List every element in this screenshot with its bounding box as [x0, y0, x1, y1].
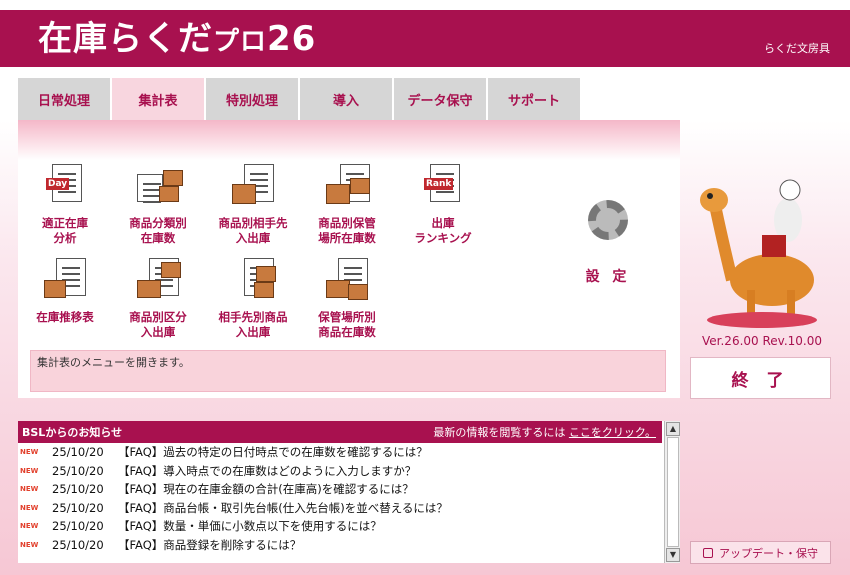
- menu-location-product-stock[interactable]: 保管場所別 商品在庫数: [302, 258, 392, 340]
- news-row[interactable]: NEW 25/10/20 【FAQ】過去の特定の日付時点での在庫数を確認するには？: [18, 443, 662, 462]
- scroll-thumb[interactable]: [667, 437, 679, 547]
- menu-item-label: 適正在庫 分析: [42, 216, 88, 245]
- day-calendar-icon: Day: [42, 164, 88, 212]
- news-date: 25/10/20: [52, 537, 104, 552]
- menu-stock-trend[interactable]: 在庫推移表: [20, 258, 110, 325]
- menu-item-label: 商品分類別 在庫数: [129, 216, 187, 245]
- refresh-icon: [703, 547, 713, 558]
- news-row[interactable]: NEW 25/10/20 【FAQ】数量・単価に小数点以下を使用するには？: [18, 517, 662, 536]
- news-text: 【FAQ】過去の特定の日付時点での在庫数を確認するには？: [118, 445, 428, 460]
- ranking-icon: Rank: [420, 164, 466, 212]
- logo-version-text: 26: [267, 19, 317, 59]
- news-header: BSLからのお知らせ 最新の情報を閲覧するには ここをクリック。: [18, 421, 662, 443]
- stock-trend-icon: [42, 258, 88, 306]
- scroll-down-arrow-icon[interactable]: ▼: [666, 548, 680, 562]
- new-badge: NEW: [20, 503, 39, 512]
- news-date: 25/10/20: [52, 500, 104, 515]
- news-text: 【FAQ】現在の在庫金額の合計(在庫高)を確認するには？: [118, 482, 414, 497]
- exit-button[interactable]: 終 了: [690, 357, 831, 399]
- app-header: 在庫らくだプロ26 らくだ文房具: [0, 10, 850, 67]
- menu-proper-stock-analysis[interactable]: Day 適正在庫 分析: [20, 164, 110, 246]
- location-product-icon: [324, 258, 370, 306]
- product-partner-icon: [230, 164, 276, 212]
- tab-support[interactable]: サポート: [488, 78, 580, 120]
- menu-item-label: 相手先別商品 入出庫: [218, 310, 288, 339]
- new-badge: NEW: [20, 448, 39, 457]
- settings-label: 設 定: [585, 269, 631, 285]
- news-list: NEW 25/10/20 【FAQ】過去の特定の日付時点での在庫数を確認するには？ …: [18, 443, 662, 554]
- news-date: 25/10/20: [52, 445, 104, 460]
- menu-product-division-io[interactable]: 商品別区分 入出庫: [113, 258, 203, 340]
- product-division-icon: [135, 258, 181, 306]
- menu-item-label: 在庫推移表: [36, 310, 94, 324]
- new-badge: NEW: [20, 522, 39, 531]
- version-text: Ver.26.00 Rev.10.00: [702, 334, 822, 348]
- menu-product-partner-io[interactable]: 商品別相手先 入出庫: [208, 164, 298, 246]
- menu-item-label: 保管場所別 商品在庫数: [318, 310, 376, 339]
- new-badge: NEW: [20, 540, 39, 549]
- storage-location-icon: [324, 164, 370, 212]
- menu-item-label: 出庫 ランキング: [414, 216, 472, 245]
- news-text: 【FAQ】数量・単価に小数点以下を使用するには？: [118, 519, 382, 534]
- logo-pro-text: プロ: [213, 27, 268, 57]
- menu-item-label: 商品別保管 場所在庫数: [318, 216, 376, 245]
- news-panel: BSLからのお知らせ 最新の情報を閲覧するには ここをクリック。 NEW 25/1…: [18, 421, 680, 563]
- tab-special[interactable]: 特別処理: [206, 78, 298, 120]
- news-link-area: 最新の情報を閲覧するには ここをクリック。: [433, 424, 656, 440]
- company-name: らくだ文房具: [764, 42, 830, 55]
- new-badge: NEW: [20, 466, 39, 475]
- app-logo: 在庫らくだプロ26: [38, 20, 316, 61]
- menu-partner-product-io[interactable]: 相手先別商品 入出庫: [208, 258, 298, 340]
- scroll-up-arrow-icon[interactable]: ▲: [666, 422, 680, 436]
- tab-setup[interactable]: 導入: [300, 78, 392, 120]
- news-row[interactable]: NEW 25/10/20 【FAQ】商品台帳・取引先台帳(仕入先台帳)を並べ替えるに…: [18, 499, 662, 518]
- news-row[interactable]: NEW 25/10/20 【FAQ】現在の在庫金額の合計(在庫高)を確認するには？: [18, 480, 662, 499]
- news-date: 25/10/20: [52, 463, 104, 478]
- menu-item-label: 商品別区分 入出庫: [129, 310, 187, 339]
- tab-daily[interactable]: 日常処理: [18, 78, 110, 120]
- news-date: 25/10/20: [52, 519, 104, 534]
- new-badge: NEW: [20, 485, 39, 494]
- tab-data-maintenance[interactable]: データ保守: [394, 78, 486, 120]
- menu-product-storage-stock[interactable]: 商品別保管 場所在庫数: [302, 164, 392, 246]
- settings-button[interactable]: 設 定: [573, 200, 643, 286]
- news-row[interactable]: NEW 25/10/20 【FAQ】導入時点での在庫数はどのように入力しますか？: [18, 462, 662, 481]
- category-stock-icon: [135, 164, 183, 212]
- logo-main-text: 在庫らくだ: [38, 19, 213, 59]
- news-link-prefix: 最新の情報を閲覧するには: [433, 426, 566, 439]
- news-date: 25/10/20: [52, 482, 104, 497]
- menu-stock-by-category[interactable]: 商品分類別 在庫数: [113, 164, 203, 246]
- main-tabs: 日常処理 集計表 特別処理 導入 データ保守 サポート: [18, 78, 582, 120]
- menu-panel: Day 適正在庫 分析 商品分類別 在庫数 商品別相手先 入出庫 商品別保管 場…: [18, 120, 680, 398]
- news-row[interactable]: NEW 25/10/20 【FAQ】商品登録を削除するには？: [18, 536, 662, 555]
- news-text: 【FAQ】商品登録を削除するには？: [118, 537, 302, 552]
- menu-item-label: 商品別相手先 入出庫: [218, 216, 288, 245]
- news-link[interactable]: ここをクリック。: [569, 426, 656, 439]
- news-scrollbar[interactable]: ▲ ▼: [664, 421, 680, 563]
- news-text: 【FAQ】商品台帳・取引先台帳(仕入先台帳)を並べ替えるには？: [118, 500, 448, 515]
- tab-reports[interactable]: 集計表: [112, 78, 204, 120]
- update-label: アップデート・保守: [719, 546, 818, 560]
- update-maintenance-button[interactable]: アップデート・保守: [690, 541, 831, 564]
- news-title: BSLからのお知らせ: [22, 426, 123, 439]
- gear-icon: [588, 200, 628, 240]
- partner-product-icon: [230, 258, 276, 306]
- camel-mascot-icon: [700, 179, 817, 328]
- status-message: 集計表のメニューを開きます。: [30, 350, 666, 392]
- news-text: 【FAQ】導入時点での在庫数はどのように入力しますか？: [118, 463, 417, 478]
- menu-shipment-ranking[interactable]: Rank 出庫 ランキング: [398, 164, 488, 246]
